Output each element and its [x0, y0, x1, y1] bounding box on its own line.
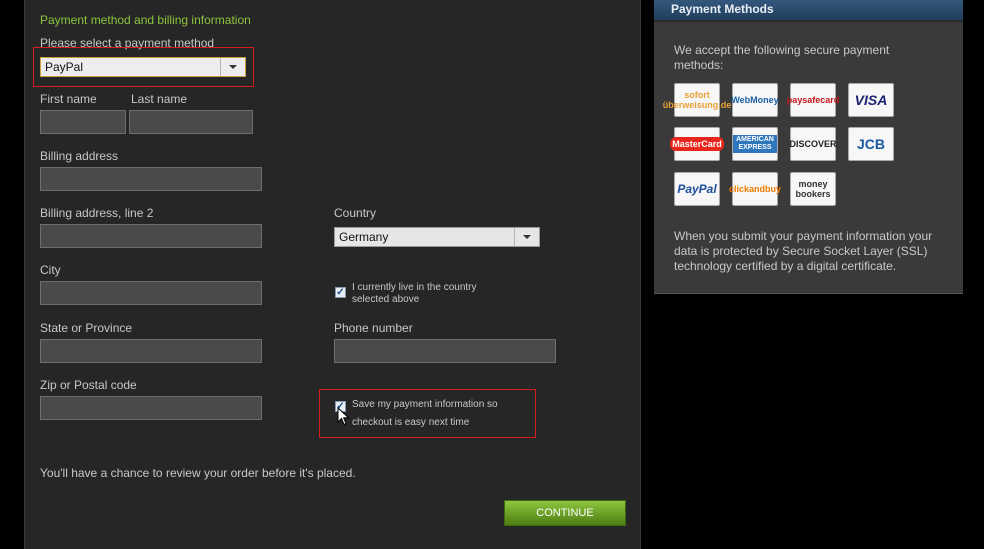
- payment-methods-intro: We accept the following secure payment m…: [674, 43, 890, 72]
- webmoney-icon: WebMoney: [731, 83, 779, 117]
- discover-icon: DISCOVER: [790, 127, 837, 161]
- save-payment-line2: checkout is easy next time: [352, 417, 470, 428]
- ssl-note: When you submit your payment information…: [674, 229, 933, 273]
- last-name-input[interactable]: [129, 110, 253, 134]
- billing-address2-label: Billing address, line 2: [40, 206, 154, 220]
- phone-input[interactable]: [334, 339, 556, 363]
- chevron-down-icon: [220, 58, 245, 76]
- zip-input[interactable]: [40, 396, 262, 420]
- amex-icon: AMERICAN EXPRESS: [732, 127, 778, 161]
- zip-label: Zip or Postal code: [40, 378, 137, 392]
- mouse-cursor-icon: [337, 407, 350, 426]
- review-note: You'll have a chance to review your orde…: [40, 466, 356, 480]
- live-in-country-label: I currently live in the country selected…: [352, 282, 477, 305]
- visa-icon: VISA: [848, 83, 894, 117]
- billing-address-input[interactable]: [40, 167, 262, 191]
- payment-methods-header: Payment Methods: [654, 0, 963, 22]
- state-input[interactable]: [40, 339, 262, 363]
- save-payment-highlight: [319, 389, 536, 438]
- jcb-icon: JCB: [848, 127, 894, 161]
- city-input[interactable]: [40, 281, 262, 305]
- last-name-label: Last name: [131, 92, 188, 106]
- payment-method-value: PayPal: [45, 60, 84, 74]
- moneybookers-icon: money bookers: [790, 172, 836, 206]
- clickandbuy-icon: clickandbuy: [729, 172, 781, 206]
- billing-address-label: Billing address: [40, 149, 119, 163]
- country-select[interactable]: Germany: [334, 227, 540, 247]
- section-title: Payment method and billing information: [40, 13, 251, 27]
- paypal-icon: PayPal: [674, 172, 720, 206]
- paysafecard-icon: paysafecard: [787, 83, 839, 117]
- first-name-input[interactable]: [40, 110, 126, 134]
- first-name-label: First name: [40, 92, 97, 106]
- country-value: Germany: [339, 230, 389, 244]
- billing-address2-input[interactable]: [40, 224, 262, 248]
- live-in-country-checkbox[interactable]: ✓: [335, 287, 346, 298]
- country-label: Country: [334, 206, 377, 220]
- state-label: State or Province: [40, 321, 133, 335]
- city-label: City: [40, 263, 61, 277]
- phone-label: Phone number: [334, 321, 413, 335]
- chevron-down-icon: [514, 228, 539, 246]
- payment-method-select[interactable]: PayPal: [40, 57, 246, 77]
- save-payment-line1: Save my payment information so: [352, 399, 498, 410]
- mastercard-icon: MasterCard: [670, 127, 724, 161]
- sofort-icon: sofort überweisung.de: [663, 83, 731, 117]
- continue-button[interactable]: CONTINUE: [504, 500, 626, 526]
